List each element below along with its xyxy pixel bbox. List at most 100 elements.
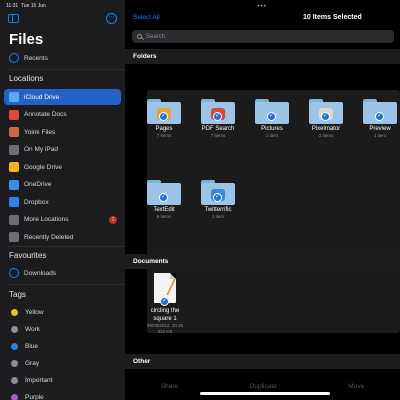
duplicate-button[interactable]: Duplicate: [250, 383, 277, 390]
sidebar-item-downloads[interactable]: Downloads: [4, 265, 121, 281]
trash-icon: [9, 232, 19, 242]
onedrive-icon: [9, 179, 19, 190]
folder-icon: ✓: [255, 99, 289, 124]
folder-name: Pixelmator: [311, 126, 341, 132]
sidebar-item-label: iCloud Drive: [24, 93, 60, 101]
tag-item-purple[interactable]: Purple: [4, 389, 121, 400]
folder-item[interactable]: ✓ TextEdit 6 items: [144, 180, 184, 219]
tag-item-work[interactable]: Work: [4, 321, 121, 337]
folder-name: Pictures: [261, 126, 283, 132]
tag-item-gray[interactable]: Gray: [4, 355, 121, 371]
folder-name: Twitterrific: [204, 207, 232, 213]
checkmark-icon: ✓: [213, 112, 222, 121]
tag-label: Purple: [25, 393, 44, 400]
folder-item[interactable]: ✓ Twitterrific 1 item: [198, 180, 238, 219]
bottom-toolbar: Share Duplicate Move: [125, 376, 400, 400]
tag-label: Gray: [25, 359, 40, 367]
tag-label: Important: [25, 376, 53, 384]
dropbox-icon: [9, 197, 19, 207]
folder-icon: ✓: [147, 99, 181, 124]
select-all-button[interactable]: Select All: [133, 14, 160, 21]
sidebar-item-label: OneDrive: [24, 181, 52, 188]
checkmark-icon: ✓: [159, 193, 168, 202]
folder-name: TextEdit: [153, 207, 175, 213]
multitasking-handle[interactable]: •••: [258, 4, 267, 10]
status-time: 11:31: [6, 3, 19, 9]
tag-label: Work: [25, 325, 41, 333]
folder-icon: ✓: [201, 99, 235, 124]
status-bar: 11:31 Tue 15 Jun: [6, 3, 46, 9]
share-button[interactable]: Share: [161, 383, 178, 390]
folder-name: Preview: [369, 126, 391, 132]
checkmark-icon: ✓: [160, 297, 169, 306]
yoink-icon: [9, 127, 19, 137]
more-options-icon[interactable]: ···: [106, 13, 117, 24]
checkmark-icon: ✓: [213, 193, 222, 202]
sidebar-item-yoink-files[interactable]: Yoink Files: [4, 124, 121, 140]
sidebar-item-icloud-drive[interactable]: iCloud Drive: [4, 89, 121, 105]
document-name: circling the: [150, 308, 180, 314]
folder-item[interactable]: ✓ PDF Search 7 items: [198, 99, 238, 138]
search-input[interactable]: Search: [132, 30, 394, 43]
sidebar-item-label: Yoink Files: [24, 128, 56, 136]
sidebar-item-on-my-ipad[interactable]: On My iPad: [4, 142, 121, 158]
document-item[interactable]: ✓ circling the square 1 09/05/2012, 20:4…: [145, 273, 185, 335]
checkmark-icon: ✓: [375, 112, 384, 121]
folder-icon: ✓: [309, 99, 343, 124]
tag-dot-icon: [11, 376, 18, 384]
tag-item-important[interactable]: Important: [4, 372, 121, 388]
ipad-icon: [9, 144, 19, 155]
document-thumbnail: ✓: [154, 273, 176, 306]
tag-label: Yellow: [25, 308, 44, 316]
tag-dot-icon: [11, 342, 18, 350]
google-drive-icon: [9, 162, 19, 172]
folder-item[interactable]: ✓ Preview 1 item: [360, 99, 400, 138]
tag-dot-icon: [11, 393, 18, 400]
favourites-header: Favourites: [9, 251, 47, 260]
folder-item[interactable]: ✓ Pixelmator 3 items: [306, 99, 346, 138]
sidebar-item-dropbox[interactable]: Dropbox: [4, 194, 121, 210]
move-button[interactable]: Move: [348, 383, 364, 390]
home-indicator: [200, 392, 330, 395]
folder-count: 7 items: [156, 133, 172, 138]
tag-label: Blue: [25, 342, 39, 350]
annotate-icon: [9, 109, 19, 120]
sidebar-item-label: More Locations: [24, 216, 69, 223]
sidebar-item-recents[interactable]: Recents: [4, 50, 121, 66]
status-date: Tue 15 Jun: [20, 3, 46, 9]
sidebar-item-label: Recently Deleted: [24, 233, 74, 241]
sidebar-item-more-locations[interactable]: More Locations 1: [4, 212, 121, 228]
folder-count: 3 items: [318, 133, 334, 138]
tag-dot-icon: [11, 325, 18, 333]
tag-item-yellow[interactable]: Yellow: [4, 304, 121, 320]
divider: [8, 284, 125, 285]
folder-item[interactable]: ✓ Pages 7 items: [144, 99, 184, 138]
clock-icon: [9, 53, 19, 63]
tags-header: Tags: [9, 290, 26, 299]
sidebar-item-onedrive[interactable]: OneDrive: [4, 177, 121, 193]
folder-icon: ✓: [363, 99, 397, 124]
downloads-icon: [9, 268, 19, 278]
selection-count: 10 Items Selected: [303, 14, 362, 21]
more-locations-icon: [9, 214, 19, 225]
main-content: ••• Select All 10 Items Selected Search …: [125, 0, 400, 400]
tag-dot-icon: [11, 308, 18, 316]
sidebar-item-label: Downloads: [24, 269, 57, 277]
checkmark-icon: ✓: [321, 112, 330, 121]
sidebar-item-recently-deleted[interactable]: Recently Deleted: [4, 229, 121, 245]
sidebar-toggle-icon[interactable]: [8, 14, 19, 23]
folder-item[interactable]: ✓ Pictures 1 item: [252, 99, 292, 138]
sidebar-item-google-drive[interactable]: Google Drive: [4, 159, 121, 175]
tag-item-blue[interactable]: Blue: [4, 338, 121, 354]
documents-header: Documents: [125, 254, 400, 269]
sidebar-item-label: Recents: [24, 54, 48, 62]
sidebar-item-annotate-docs[interactable]: Annotate Docs: [4, 107, 121, 123]
sidebar-item-label: Annotate Docs: [24, 111, 67, 118]
folder-count: 1 item: [373, 133, 387, 138]
folder-name: PDF Search: [201, 126, 235, 132]
folder-count: 1 item: [211, 214, 225, 219]
folder-count: 7 items: [210, 133, 226, 138]
folder-count: 1 item: [265, 133, 279, 138]
tag-dot-icon: [11, 359, 18, 367]
sidebar-item-label: Google Drive: [24, 163, 62, 171]
